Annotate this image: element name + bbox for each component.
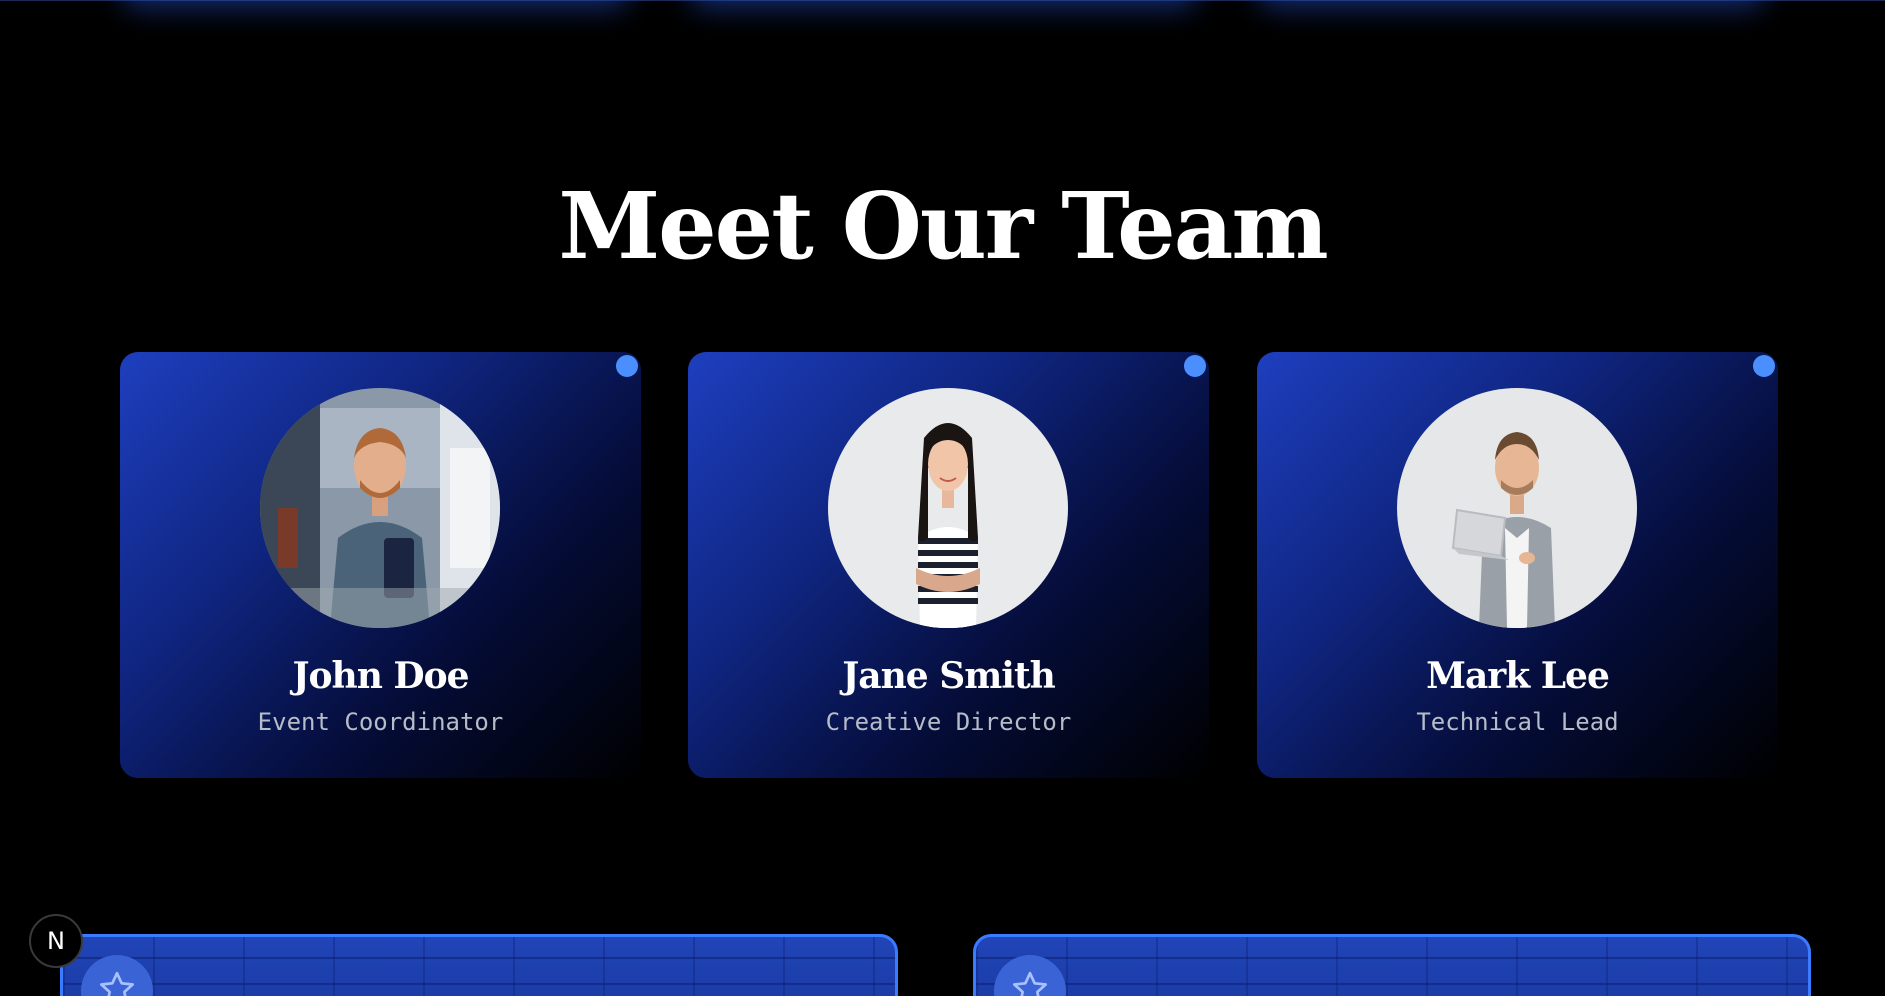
status-dot-icon [616,355,638,377]
feature-card[interactable] [60,934,898,996]
team-member-card[interactable]: Mark Lee Technical Lead [1257,352,1778,778]
avatar [1397,388,1637,628]
member-name: Jane Smith [842,655,1056,697]
section-title: Meet Our Team [558,172,1328,280]
member-role: Technical Lead [1416,708,1619,736]
team-member-card[interactable]: John Doe Event Coordinator [120,352,641,778]
star-icon [1013,971,1047,996]
avatar [828,388,1068,628]
status-dot-icon [1753,355,1775,377]
team-member-card[interactable]: Jane Smith Creative Director [688,352,1209,778]
star-badge [994,955,1066,996]
member-name: Mark Lee [1426,655,1610,697]
page: Meet Our Team John Doe Event Coordinator… [0,0,1885,996]
status-dot-icon [1184,355,1206,377]
nextjs-dev-button[interactable]: N [29,914,83,968]
member-role: Creative Director [825,708,1072,736]
star-icon [100,971,134,996]
star-badge [81,955,153,996]
feature-card[interactable] [973,934,1811,996]
member-role: Event Coordinator [257,708,504,736]
avatar [260,388,500,628]
member-name: John Doe [292,655,469,697]
section-divider [0,0,1885,1]
